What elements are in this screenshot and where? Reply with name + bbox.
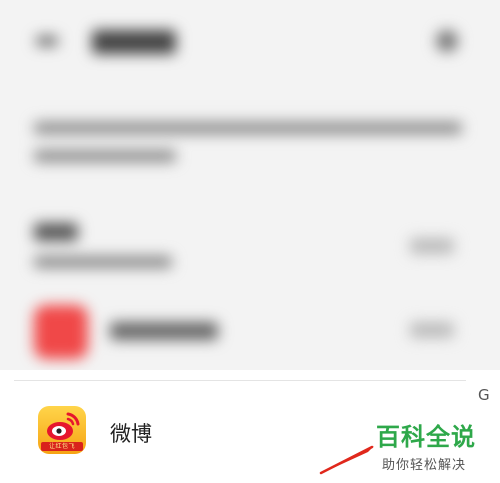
section-sublabel <box>34 256 172 268</box>
red-arrow-annotation <box>319 445 374 475</box>
blurred-background <box>0 0 500 378</box>
divider <box>14 380 466 381</box>
watermark: 百科全说 助你轻松解决 <box>376 422 491 473</box>
watermark-subtitle: 助你轻松解决 <box>382 458 467 473</box>
description-line-1 <box>34 122 462 134</box>
app-toggle-blurred <box>410 322 454 338</box>
app-name-blurred <box>110 322 218 340</box>
search-icon <box>436 30 458 52</box>
edge-letter: G <box>478 386 490 404</box>
section-toggle <box>410 238 454 254</box>
description-line-2 <box>34 150 176 162</box>
weibo-icon-tag: 让红包飞 <box>41 442 83 451</box>
page-title-blurred <box>92 30 176 54</box>
back-arrow-icon <box>36 36 58 46</box>
watermark-title: 百科全说 <box>376 423 476 451</box>
section-label <box>34 223 78 241</box>
app-icon-blurred <box>34 305 88 359</box>
weibo-icon[interactable]: 让红包飞 <box>38 406 86 454</box>
app-name: 微博 <box>110 422 152 446</box>
